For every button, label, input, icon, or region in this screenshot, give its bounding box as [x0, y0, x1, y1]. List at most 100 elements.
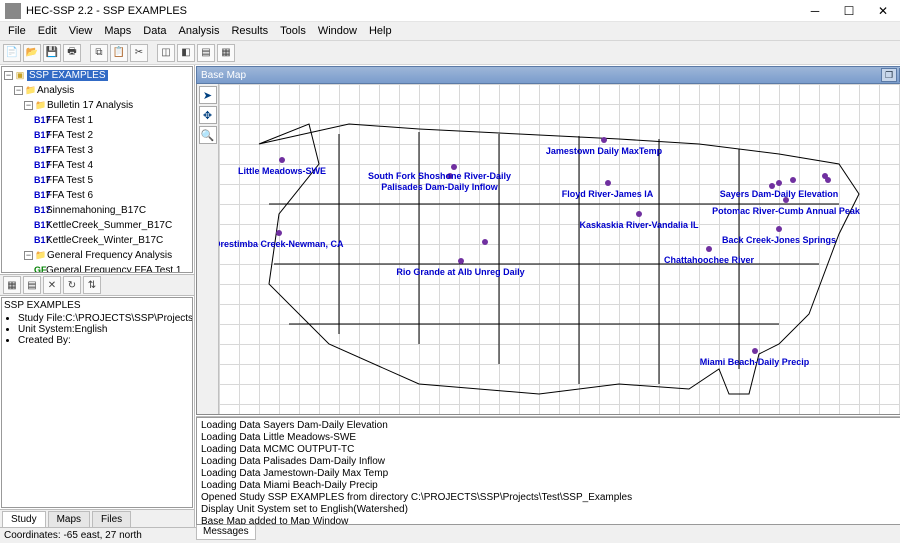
app-icon	[5, 3, 21, 19]
map-marker[interactable]	[776, 180, 782, 186]
map-label: Rio Grande at Alb Unreg Daily	[396, 267, 524, 277]
map-canvas[interactable]: Little Meadows-SWEOrestimba Creek-Newman…	[219, 84, 900, 414]
toolbar-map2-icon[interactable]: ◧	[177, 44, 195, 62]
study-info-item: Unit System:English	[18, 324, 190, 335]
log-line: Loading Data Miami Beach-Daily Precip	[201, 480, 900, 492]
log-panel: Loading Data Sayers Dam-Daily ElevationL…	[196, 416, 900, 540]
log-output[interactable]: Loading Data Sayers Dam-Daily ElevationL…	[196, 417, 900, 525]
left-tab-files[interactable]: Files	[92, 511, 131, 527]
menu-data[interactable]: Data	[137, 23, 172, 39]
toolbar-map3-icon[interactable]: ▤	[197, 44, 215, 62]
map-label: Palisades Dam-Daily Inflow	[381, 182, 498, 192]
toolbar-open-icon[interactable]: 📂	[23, 44, 41, 62]
status-coordinates: Coordinates: -65 east, 27 north	[4, 530, 142, 541]
tree-tb2-icon[interactable]: ▤	[23, 276, 41, 294]
tree-node[interactable]: B17Sinnemahoning_B17C	[4, 203, 190, 218]
toolbar-map1-icon[interactable]: ◫	[157, 44, 175, 62]
tree-node[interactable]: GFGeneral Frequency FFA Test 1	[4, 263, 190, 273]
tree-tb1-icon[interactable]: ▦	[3, 276, 21, 294]
tree-tb3-icon[interactable]: ✕	[43, 276, 61, 294]
menu-help[interactable]: Help	[363, 23, 398, 39]
tree-node[interactable]: B17FFA Test 6	[4, 188, 190, 203]
log-line: Loading Data Little Meadows-SWE	[201, 432, 900, 444]
map-label: Potomac River-Cumb Annual Peak	[712, 206, 860, 216]
log-line: Loading Data Jamestown-Daily Max Temp	[201, 468, 900, 480]
pointer-tool-icon[interactable]: ➤	[199, 86, 217, 104]
map-marker[interactable]	[276, 230, 282, 236]
map-marker[interactable]	[706, 246, 712, 252]
map-marker[interactable]	[605, 180, 611, 186]
map-marker[interactable]	[752, 348, 758, 354]
map-marker[interactable]	[482, 239, 488, 245]
tree-node[interactable]: −📁General Frequency Analysis	[4, 248, 190, 263]
tree-node[interactable]: B17FFA Test 2	[4, 128, 190, 143]
toolbar-new-icon[interactable]: 📄	[3, 44, 21, 62]
log-line: Loading Data MCMC OUTPUT-TC	[201, 444, 900, 456]
toolbar-paste-icon[interactable]: 📋	[110, 44, 128, 62]
log-line: Loading Data Palisades Dam-Daily Inflow	[201, 456, 900, 468]
log-line: Loading Data Sayers Dam-Daily Elevation	[201, 420, 900, 432]
menu-analysis[interactable]: Analysis	[173, 23, 226, 39]
tree-node[interactable]: B17FFA Test 5	[4, 173, 190, 188]
menu-file[interactable]: File	[2, 23, 32, 39]
map-restore-icon[interactable]: ❐	[881, 68, 897, 82]
analysis-tree[interactable]: −▣SSP EXAMPLES−📁Analysis−📁Bulletin 17 An…	[1, 66, 193, 273]
study-info-item: Created By:	[18, 335, 190, 346]
map-titlebar: Base Map ❐ ✕	[196, 66, 900, 84]
tree-node[interactable]: B17KettleCreek_Summer_B17C	[4, 218, 190, 233]
tree-node[interactable]: B17FFA Test 3	[4, 143, 190, 158]
map-label: Jamestown Daily MaxTemp	[546, 146, 662, 156]
map-marker[interactable]	[279, 157, 285, 163]
toolbar-print-icon[interactable]: 🖶	[63, 44, 81, 62]
maximize-button[interactable]: ☐	[832, 1, 866, 21]
map-canvas-scroll[interactable]: Little Meadows-SWEOrestimba Creek-Newman…	[219, 84, 900, 414]
main-toolbar: 📄 📂 💾 🖶 ⧉ 📋 ✂ ◫ ◧ ▤ ▦	[0, 41, 900, 65]
menu-tools[interactable]: Tools	[274, 23, 312, 39]
pan-tool-icon[interactable]: ✥	[199, 106, 217, 124]
tree-toolbar: ▦ ▤ ✕ ↻ ⇅	[0, 274, 194, 296]
map-tool-palette: ➤ ✥ 🔍	[197, 84, 219, 414]
menubar: FileEditViewMapsDataAnalysisResultsTools…	[0, 22, 900, 41]
menu-window[interactable]: Window	[312, 23, 363, 39]
map-marker[interactable]	[776, 226, 782, 232]
map-label: South Fork Shoshone River-Daily	[368, 171, 511, 181]
toolbar-map4-icon[interactable]: ▦	[217, 44, 235, 62]
map-label: Floyd River-James IA	[562, 189, 654, 199]
study-info-panel: SSP EXAMPLES Study File:C:\PROJECTS\SSP\…	[1, 297, 193, 508]
tree-tb4-icon[interactable]: ↻	[63, 276, 81, 294]
tree-node[interactable]: B17KettleCreek_Winter_B17C	[4, 233, 190, 248]
close-button[interactable]: ✕	[866, 1, 900, 21]
menu-edit[interactable]: Edit	[32, 23, 63, 39]
tree-node[interactable]: −📁Bulletin 17 Analysis	[4, 98, 190, 113]
menu-results[interactable]: Results	[225, 23, 274, 39]
toolbar-copy-icon[interactable]: ⧉	[90, 44, 108, 62]
zoom-tool-icon[interactable]: 🔍	[199, 126, 217, 144]
main-content: −▣SSP EXAMPLES−📁Analysis−📁Bulletin 17 An…	[0, 65, 900, 527]
minimize-button[interactable]: ─	[798, 1, 832, 21]
map-marker[interactable]	[825, 177, 831, 183]
map-marker[interactable]	[601, 137, 607, 143]
menu-view[interactable]: View	[63, 23, 99, 39]
tree-node[interactable]: −📁Analysis	[4, 83, 190, 98]
map-panel: Base Map ❐ ✕ ➤ ✥ 🔍	[196, 66, 900, 415]
map-marker[interactable]	[451, 164, 457, 170]
menu-maps[interactable]: Maps	[98, 23, 137, 39]
window-title: HEC-SSP 2.2 - SSP EXAMPLES	[26, 5, 798, 17]
tree-node[interactable]: −▣SSP EXAMPLES	[4, 68, 190, 83]
toolbar-save-icon[interactable]: 💾	[43, 44, 61, 62]
tree-node[interactable]: B17FFA Test 1	[4, 113, 190, 128]
tree-node[interactable]: B17FFA Test 4	[4, 158, 190, 173]
map-marker[interactable]	[458, 258, 464, 264]
map-marker[interactable]	[790, 177, 796, 183]
log-tab-messages[interactable]: Messages	[196, 525, 256, 540]
log-line: Display Unit System set to English(Water…	[201, 504, 900, 516]
map-title-text: Base Map	[201, 70, 246, 81]
left-tab-maps[interactable]: Maps	[48, 511, 90, 527]
window-titlebar: HEC-SSP 2.2 - SSP EXAMPLES ─ ☐ ✕	[0, 0, 900, 22]
log-line: Opened Study SSP EXAMPLES from directory…	[201, 492, 900, 504]
left-tab-study[interactable]: Study	[2, 511, 46, 527]
left-panel: −▣SSP EXAMPLES−📁Analysis−📁Bulletin 17 An…	[0, 65, 195, 527]
tree-tb5-icon[interactable]: ⇅	[83, 276, 101, 294]
map-marker[interactable]	[636, 211, 642, 217]
toolbar-cut-icon[interactable]: ✂	[130, 44, 148, 62]
